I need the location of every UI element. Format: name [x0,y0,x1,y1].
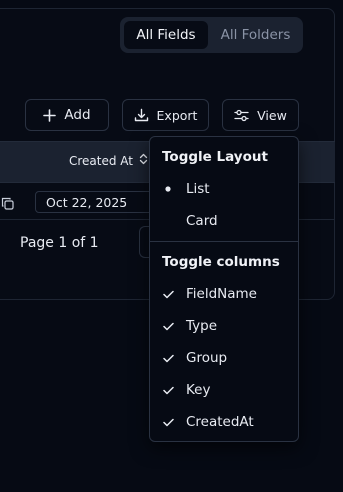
column-toggle-label: FieldName [186,286,257,302]
check-icon [150,386,186,395]
download-icon [134,108,149,123]
view-button[interactable]: View [222,99,299,131]
created-at-column-header[interactable]: Created At [69,153,148,168]
all-fields-tab[interactable]: All Fields [124,21,208,49]
view-options-menu: Toggle Layout List Card Toggle columns F… [149,136,299,442]
export-label: Export [156,107,198,123]
layout-option-label: Card [186,213,218,229]
layout-option-card[interactable]: Card [150,207,298,235]
menu-divider [150,241,298,242]
column-toggle-label: Key [186,382,211,398]
column-toggle-group[interactable]: Group [150,344,298,372]
layout-option-label: List [186,181,210,197]
sort-icon[interactable] [139,153,148,168]
pagination-label: Page 1 of 1 [20,235,99,251]
column-toggle-createdat[interactable]: CreatedAt [150,408,298,436]
toggle-layout-heading: Toggle Layout [162,149,268,165]
radio-dot-icon [150,186,186,192]
created-at-header-label: Created At [69,153,134,168]
export-button[interactable]: Export [122,99,209,131]
check-icon [150,290,186,299]
add-label: Add [64,107,91,123]
check-icon [150,418,186,427]
column-toggle-type[interactable]: Type [150,312,298,340]
toggle-columns-heading: Toggle columns [162,254,280,270]
column-toggle-label: Group [186,350,228,366]
column-toggle-label: Type [186,318,218,334]
sliders-icon [234,109,249,122]
view-switch: All Fields All Folders [120,17,303,53]
layout-option-list[interactable]: List [150,175,298,203]
created-at-cell: Oct 22, 2025 [35,191,165,213]
column-toggle-label: CreatedAt [186,414,254,430]
check-icon [150,322,186,331]
view-label: View [257,107,287,123]
copy-icon[interactable] [1,195,14,214]
column-toggle-key[interactable]: Key [150,376,298,404]
check-icon [150,354,186,363]
column-toggle-fieldname[interactable]: FieldName [150,280,298,308]
plus-icon [43,108,57,122]
all-folders-tab[interactable]: All Folders [212,21,299,49]
add-button[interactable]: Add [25,99,109,131]
